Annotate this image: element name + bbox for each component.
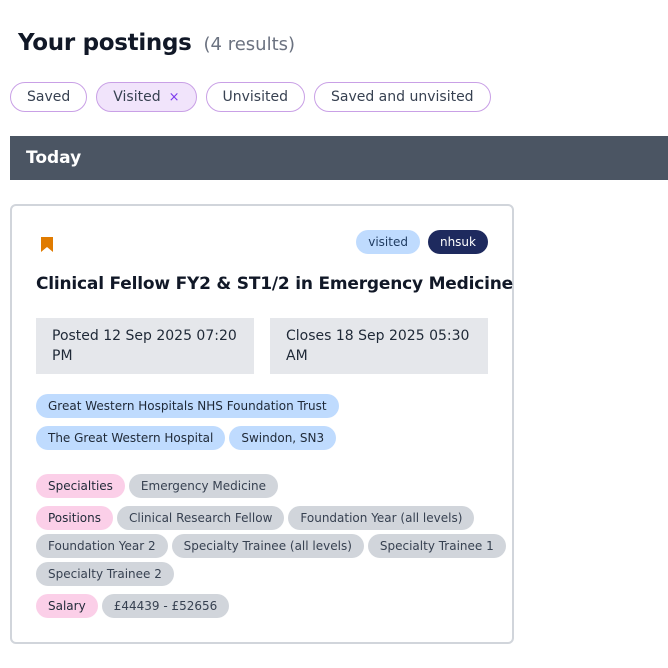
chip-label: Visited	[113, 89, 161, 105]
filter-saved-chip[interactable]: Saved	[10, 82, 88, 112]
chip-label: Unvisited	[222, 89, 288, 105]
location-tag: Swindon, SN3	[229, 426, 337, 450]
filter-chips: Saved Visited × Unvisited Saved and unvi…	[10, 82, 491, 112]
position-tag: Specialty Trainee (all levels)	[171, 534, 364, 558]
chip-label: Saved	[27, 89, 71, 105]
positions-row-continued: Specialty Trainee 2	[36, 562, 174, 586]
posting-badges: visited nhsuk	[356, 230, 488, 254]
location-row: The Great Western Hospital Swindon, SN3	[36, 426, 337, 450]
position-tag: Foundation Year (all levels)	[288, 506, 475, 530]
positions-row-continued: Foundation Year 2 Specialty Trainee (all…	[36, 534, 506, 558]
salary-row: Salary £44439 - £52656	[36, 594, 230, 618]
filter-unvisited-chip[interactable]: Unvisited	[205, 82, 305, 112]
position-tag: Clinical Research Fellow	[116, 506, 285, 530]
hospital-tag: The Great Western Hospital	[36, 426, 226, 450]
positions-row: Positions Clinical Research Fellow Found…	[36, 506, 475, 530]
chip-label: Saved and unvisited	[330, 89, 474, 105]
specialties-label: Specialties	[36, 474, 125, 498]
filter-visited-chip[interactable]: Visited ×	[96, 82, 197, 112]
specialty-tag: Emergency Medicine	[128, 474, 279, 498]
salary-tag: £44439 - £52656	[101, 594, 230, 618]
page-title: Your postings	[18, 30, 192, 56]
filter-saved-and-unvisited-chip[interactable]: Saved and unvisited	[313, 82, 491, 112]
employer-row: Great Western Hospitals NHS Foundation T…	[36, 394, 339, 418]
specialties-row: Specialties Emergency Medicine	[36, 474, 279, 498]
job-title[interactable]: Clinical Fellow FY2 & ST1/2 in Emergency…	[36, 274, 513, 294]
position-tag: Specialty Trainee 1	[367, 534, 506, 558]
posting-card[interactable]: visited nhsuk Clinical Fellow FY2 & ST1/…	[10, 204, 514, 644]
positions-label: Positions	[36, 506, 113, 530]
closing-date: Closes 18 Sep 2025 05:30 AM	[270, 318, 488, 374]
salary-label: Salary	[36, 594, 98, 618]
result-count: (4 results)	[203, 34, 296, 55]
visited-badge: visited	[356, 230, 420, 254]
source-badge: nhsuk	[427, 230, 488, 254]
posted-date: Posted 12 Sep 2025 07:20 PM	[36, 318, 254, 374]
page-header: Your postings (4 results)	[18, 30, 295, 56]
section-header-today: Today	[10, 136, 668, 180]
position-tag: Specialty Trainee 2	[36, 562, 174, 586]
position-tag: Foundation Year 2	[36, 534, 168, 558]
employer-tag: Great Western Hospitals NHS Foundation T…	[36, 394, 339, 418]
close-icon[interactable]: ×	[169, 90, 180, 105]
bookmark-icon[interactable]	[40, 236, 54, 253]
